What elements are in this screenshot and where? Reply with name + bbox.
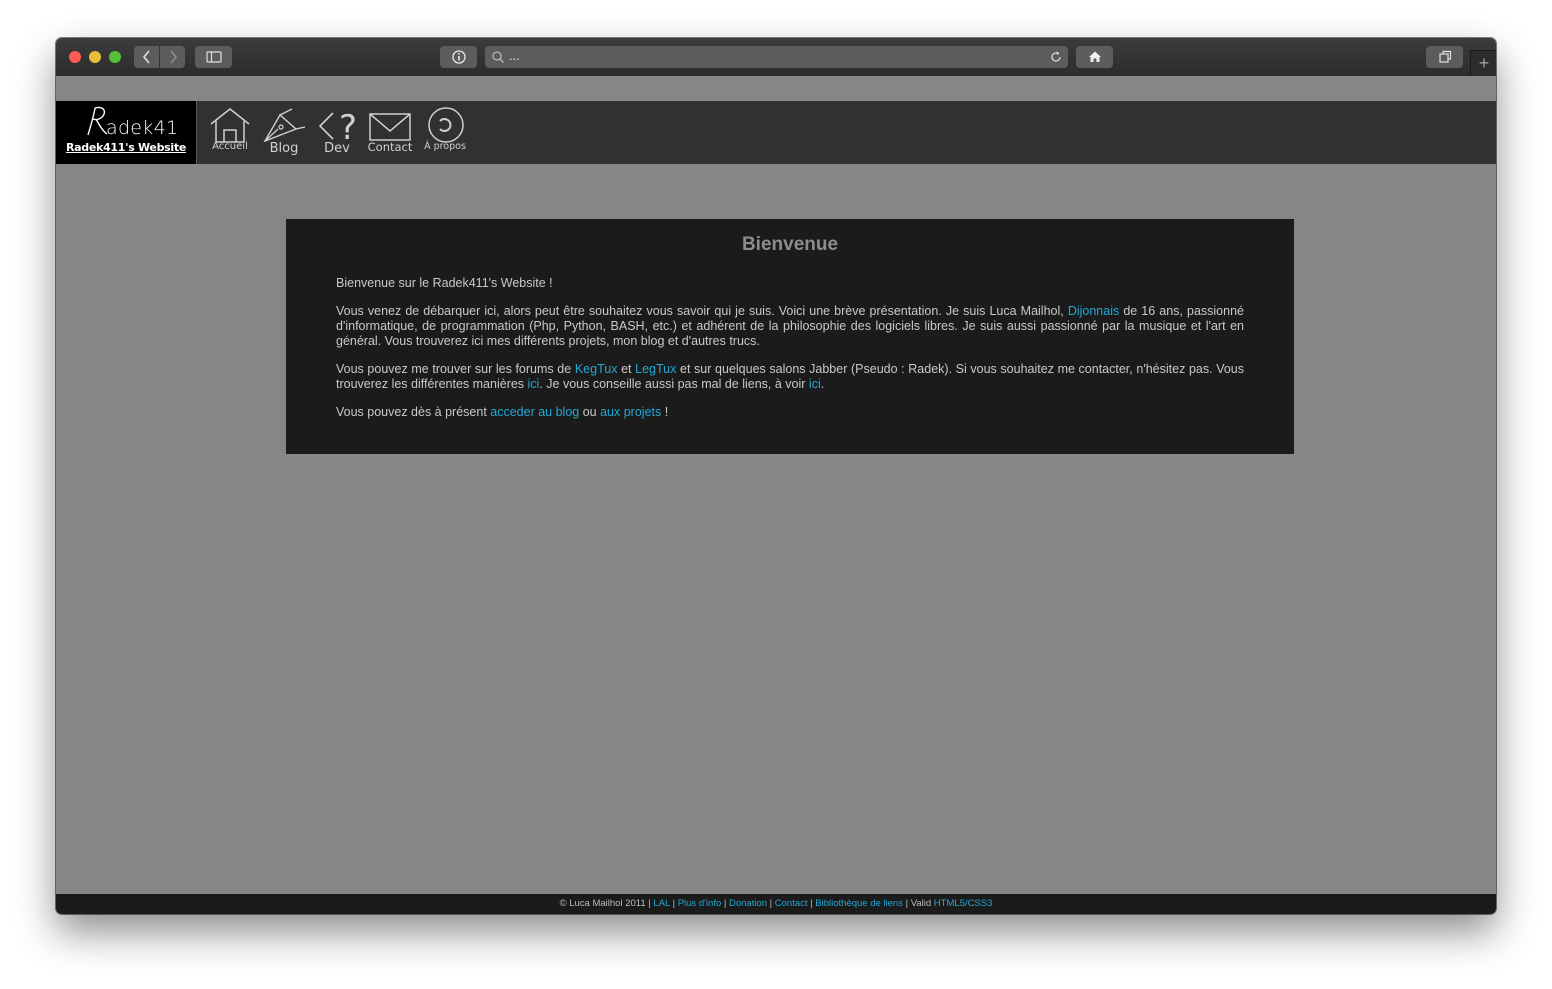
svg-text:adek411: adek411 bbox=[106, 117, 178, 139]
chevron-left-icon bbox=[142, 50, 150, 64]
sidebar-toggle-button[interactable] bbox=[195, 46, 232, 68]
contact-ways-link[interactable]: ici bbox=[528, 377, 540, 391]
chevron-right-icon bbox=[169, 50, 177, 64]
reload-icon[interactable] bbox=[1049, 50, 1063, 64]
pen-nib-icon bbox=[263, 108, 306, 143]
site-info-button[interactable] bbox=[440, 46, 477, 68]
dijonnais-link[interactable]: Dijonnais bbox=[1068, 304, 1119, 318]
nav-item-blog[interactable]: Blog bbox=[261, 107, 307, 156]
home-icon bbox=[210, 108, 250, 143]
tabs-icon bbox=[1438, 50, 1451, 63]
nav-label-contact: Contact bbox=[367, 140, 413, 154]
footer-link-contact[interactable]: Contact bbox=[775, 898, 808, 909]
home-icon bbox=[1088, 51, 1101, 62]
kegtux-link[interactable]: KegTux bbox=[575, 362, 618, 376]
footer-link-validator[interactable]: HTML5/CSS3 bbox=[934, 898, 993, 909]
site-footer: © Luca Mailhol 2011 | LAL | Plus d'info … bbox=[56, 894, 1496, 914]
nav-item-contact[interactable]: Contact bbox=[367, 107, 413, 154]
site-logo[interactable]: adek411 Radek411's Website bbox=[56, 101, 197, 164]
footer-link-bibliotheque[interactable]: Bibliothèque de liens bbox=[815, 898, 903, 909]
nav-item-a-propos[interactable]: À propos bbox=[421, 107, 469, 152]
chevron-question-icon: ? bbox=[318, 108, 357, 143]
footer-copyright: © Luca Mailhol 2011 | bbox=[559, 898, 654, 909]
blog-link[interactable]: acceder au blog bbox=[490, 405, 579, 419]
circle-c-icon bbox=[428, 107, 464, 143]
welcome-panel: Bienvenue Bienvenue sur le Radek411's We… bbox=[286, 219, 1294, 454]
intro-paragraph: Bienvenue sur le Radek411's Website ! bbox=[336, 276, 553, 290]
zoom-window-button[interactable] bbox=[109, 51, 121, 63]
search-icon bbox=[492, 51, 504, 63]
address-text: ... bbox=[509, 48, 520, 63]
back-button[interactable] bbox=[134, 46, 159, 68]
nav-label-accueil: Accueil bbox=[212, 141, 248, 152]
nav-item-dev[interactable]: ? Dev bbox=[314, 107, 360, 156]
nav-label-blog: Blog bbox=[269, 141, 299, 156]
footer-link-lal[interactable]: LAL bbox=[653, 898, 670, 909]
home-button[interactable] bbox=[1076, 46, 1113, 68]
presentation-paragraph: Vous venez de débarquer ici, alors peut … bbox=[336, 304, 1244, 348]
forward-button[interactable] bbox=[160, 46, 185, 68]
welcome-text: Bienvenue sur le Radek411's Website ! Vo… bbox=[336, 276, 1244, 433]
info-icon bbox=[451, 50, 466, 64]
page-title: Bienvenue bbox=[741, 234, 839, 255]
footer-link-plus-info[interactable]: Plus d'info bbox=[678, 898, 722, 909]
legtux-link[interactable]: LegTux bbox=[635, 362, 676, 376]
page-viewport: adek411 Radek411's Website Accueil bbox=[56, 76, 1496, 914]
browser-window: ... + adek411 Radek411's Website bbox=[56, 38, 1496, 914]
projects-link[interactable]: aux projets bbox=[600, 405, 661, 419]
minimize-window-button[interactable] bbox=[89, 51, 101, 63]
next-steps-paragraph: Vous pouvez dès à présent acceder au blo… bbox=[336, 405, 669, 419]
tab-overview-button[interactable] bbox=[1426, 46, 1463, 68]
sidebar-icon bbox=[205, 51, 222, 63]
nav-item-accueil[interactable]: Accueil bbox=[207, 107, 253, 152]
forums-paragraph: Vous pouvez me trouver sur les forums de… bbox=[336, 362, 1244, 391]
new-tab-button[interactable]: + bbox=[1470, 50, 1496, 77]
footer-link-donation[interactable]: Donation bbox=[729, 898, 767, 909]
nav-label-dev: Dev bbox=[324, 141, 350, 156]
address-bar[interactable]: ... bbox=[485, 46, 1068, 68]
envelope-icon bbox=[369, 113, 411, 141]
links-library-link[interactable]: ici bbox=[809, 377, 821, 391]
radek411-logo-icon: adek411 bbox=[87, 106, 178, 139]
site-header: adek411 Radek411's Website Accueil bbox=[56, 101, 1496, 164]
nav-label-a-propos: À propos bbox=[424, 141, 466, 152]
svg-text:?: ? bbox=[339, 108, 357, 143]
site-title: Radek411's Website bbox=[66, 141, 186, 154]
browser-toolbar: ... + bbox=[56, 38, 1496, 77]
close-window-button[interactable] bbox=[69, 51, 81, 63]
